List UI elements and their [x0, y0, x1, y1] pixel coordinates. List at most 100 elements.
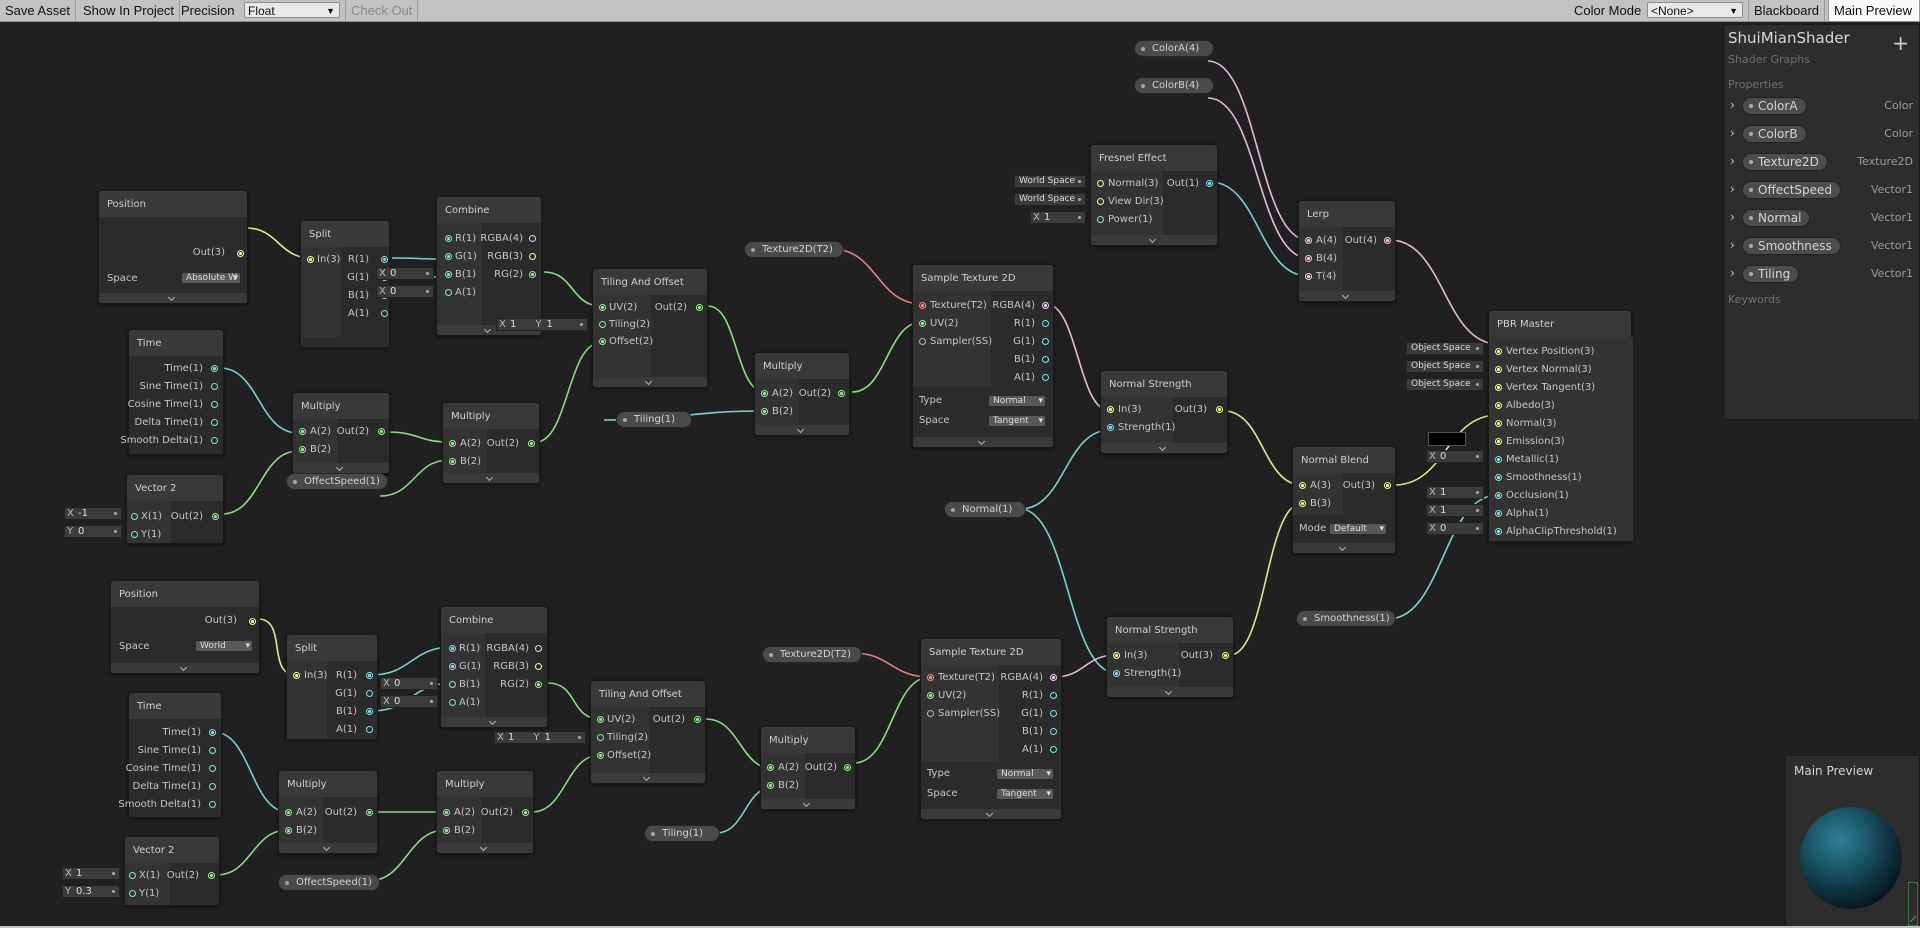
output-port[interactable] — [366, 690, 373, 697]
output-port[interactable] — [535, 681, 542, 688]
collapse-toggle[interactable] — [111, 663, 259, 673]
input-port[interactable] — [1305, 273, 1312, 280]
property-pill[interactable]: ColorB — [1742, 125, 1807, 143]
input-port[interactable] — [443, 809, 450, 816]
input-port[interactable] — [1495, 456, 1502, 463]
output-port[interactable] — [209, 747, 216, 754]
time-node[interactable]: Time Time(1) Sine Time(1) Cosine Time(1)… — [120, 329, 224, 455]
input-port[interactable] — [1305, 255, 1312, 262]
input-port[interactable] — [927, 710, 934, 717]
input-port[interactable] — [449, 681, 456, 688]
input-port[interactable] — [293, 672, 300, 679]
output-port[interactable] — [249, 618, 256, 625]
collapse-toggle[interactable] — [755, 425, 849, 435]
input-port[interactable] — [1495, 438, 1502, 445]
collapse-toggle[interactable] — [591, 773, 705, 783]
output-port[interactable] — [366, 708, 373, 715]
input-port[interactable] — [307, 256, 314, 263]
normal-strength-node[interactable]: Normal Strength In(3) Strength(1) Out(3) — [1100, 370, 1228, 454]
chevron-right-icon[interactable]: › — [1730, 154, 1735, 168]
tiling-vector-input[interactable]: X1 Y1 — [496, 318, 588, 331]
input-port[interactable] — [927, 692, 934, 699]
shader-graph-canvas[interactable]: Position Out(3) Space Absolute W Split I… — [0, 22, 1920, 928]
input-port[interactable] — [597, 716, 604, 723]
main-preview-panel[interactable]: Main Preview — [1785, 755, 1920, 928]
preview-sphere[interactable] — [1800, 807, 1902, 909]
output-port[interactable] — [209, 783, 216, 790]
collapse-toggle[interactable] — [593, 377, 707, 387]
vertex-position-space-slot[interactable]: Object Space — [1406, 342, 1484, 355]
input-port[interactable] — [1495, 420, 1502, 427]
input-port[interactable] — [597, 734, 604, 741]
space-dropdown[interactable]: Absolute W — [181, 272, 241, 284]
output-port[interactable] — [522, 809, 529, 816]
combine-b-input[interactable]: X0 — [380, 677, 438, 690]
output-port[interactable] — [1050, 746, 1057, 753]
color-mode-dropdown[interactable]: <None> ▼ — [1647, 2, 1743, 18]
property-node-smoothness[interactable]: Smoothness(1) — [1296, 610, 1396, 627]
vertex-tangent-space-slot[interactable]: Object Space — [1406, 378, 1484, 391]
save-asset-button[interactable]: Save Asset — [0, 0, 77, 21]
vertex-normal-space-slot[interactable]: Object Space — [1406, 360, 1484, 373]
time-node[interactable]: Time Time(1) Sine Time(1) Cosine Time(1)… — [118, 692, 222, 818]
edge-wire[interactable] — [851, 652, 931, 678]
output-port[interactable] — [211, 383, 218, 390]
edge-wire[interactable] — [379, 459, 450, 497]
vector2-y-input[interactable]: Y 0.3 — [62, 885, 120, 898]
input-port[interactable] — [919, 320, 926, 327]
input-port[interactable] — [449, 663, 456, 670]
output-port[interactable] — [1050, 710, 1057, 717]
output-port[interactable] — [1384, 237, 1391, 244]
input-port[interactable] — [927, 674, 934, 681]
property-row[interactable]: › Texture2D Texture2D — [1724, 151, 1919, 173]
output-port[interactable] — [1042, 302, 1049, 309]
property-node-tiling[interactable]: Tiling(1) — [616, 411, 692, 428]
output-port[interactable] — [211, 419, 218, 426]
edge-wire[interactable] — [1207, 60, 1309, 241]
input-port[interactable] — [1495, 366, 1502, 373]
property-pill[interactable]: Texture2D — [1742, 153, 1828, 171]
output-port[interactable] — [366, 672, 373, 679]
property-node-colorA[interactable]: ColorA(4) — [1134, 40, 1214, 57]
input-port[interactable] — [299, 446, 306, 453]
normal-strength-node[interactable]: Normal Strength In(3) Strength(1) Out(3) — [1106, 616, 1234, 698]
output-port[interactable] — [366, 726, 373, 733]
property-node-offectspeed[interactable]: OffectSpeed(1) — [286, 473, 388, 490]
collapse-toggle[interactable] — [761, 799, 855, 809]
property-pill[interactable]: ColorA — [1742, 97, 1807, 115]
input-port[interactable] — [1495, 510, 1502, 517]
property-node-texture2d[interactable]: Texture2D(T2) — [762, 646, 862, 663]
input-port[interactable] — [449, 645, 456, 652]
output-port[interactable] — [237, 250, 244, 257]
output-port[interactable] — [1042, 374, 1049, 381]
collapse-toggle[interactable] — [437, 843, 533, 853]
output-port[interactable] — [1042, 338, 1049, 345]
property-node-offectspeed[interactable]: OffectSpeed(1) — [278, 874, 380, 891]
input-port[interactable] — [449, 699, 456, 706]
multiply-node[interactable]: Multiply A(2) B(2) Out(2) — [292, 392, 390, 474]
input-port[interactable] — [131, 513, 138, 520]
input-port[interactable] — [445, 235, 452, 242]
tiling-and-offset-node[interactable]: Tiling And Offset UV(2) Tiling(2) Offset… — [592, 268, 708, 388]
blackboard-toggle[interactable]: Blackboard — [1748, 0, 1826, 21]
output-port[interactable] — [366, 809, 373, 816]
output-port[interactable] — [535, 663, 542, 670]
edge-wire[interactable] — [535, 342, 601, 443]
input-port[interactable] — [131, 531, 138, 538]
edge-wire[interactable] — [213, 731, 289, 813]
input-port[interactable] — [1097, 216, 1104, 223]
alpha-input[interactable]: X1 — [1426, 504, 1484, 517]
property-node-tiling[interactable]: Tiling(1) — [644, 825, 720, 842]
main-preview-toggle[interactable]: Main Preview — [1828, 0, 1920, 21]
vector2-node[interactable]: Vector 2 X(1) Y(1) Out(2) — [124, 836, 220, 906]
space-dropdown[interactable]: World — [195, 640, 253, 652]
property-row[interactable]: › Tiling Vector1 — [1724, 263, 1919, 285]
output-port[interactable] — [208, 872, 215, 879]
output-port[interactable] — [209, 801, 216, 808]
input-port[interactable] — [449, 458, 456, 465]
property-row[interactable]: › ColorA Color — [1724, 95, 1919, 117]
tiling-vector-input[interactable]: X1 Y1 — [494, 731, 586, 744]
chevron-right-icon[interactable]: › — [1730, 98, 1735, 112]
collapse-toggle[interactable] — [99, 293, 247, 303]
combine-node[interactable]: Combine R(1) G(1) B(1) A(1) RGBA(4) RGB(… — [436, 196, 542, 336]
